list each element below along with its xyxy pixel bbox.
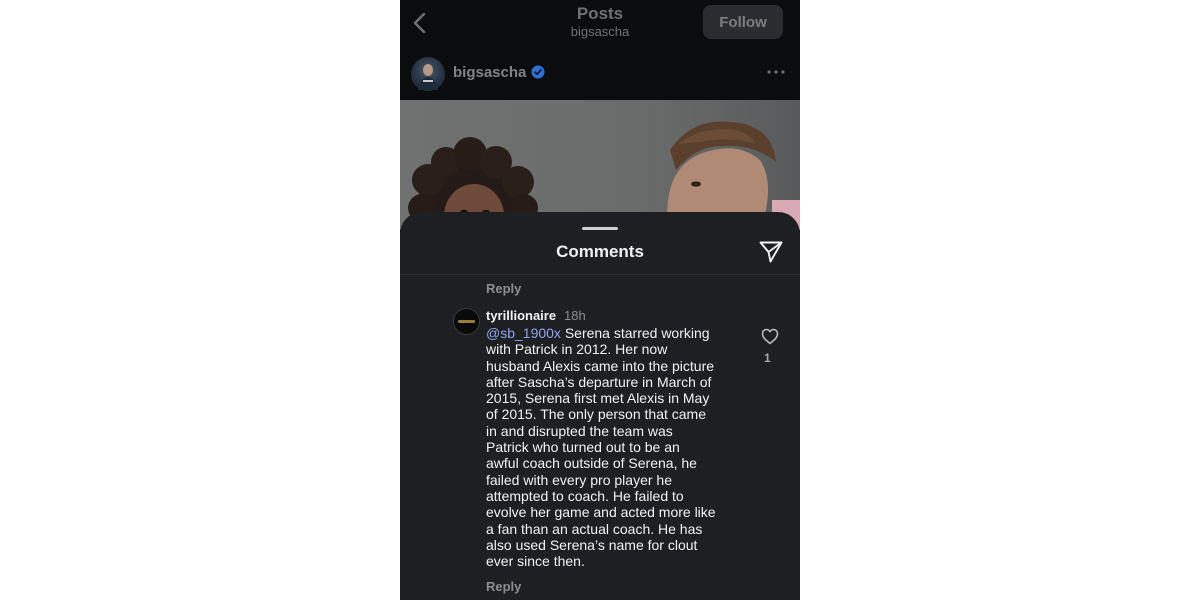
- comment-line: in and disrupted the team was: [486, 422, 673, 439]
- commenter-avatar[interactable]: [453, 308, 480, 335]
- comment-line: attempted to coach. He failed to: [486, 487, 684, 504]
- comment-body: @sb_1900x Serena starred working with Pa…: [486, 325, 750, 569]
- page-title: Posts: [576, 4, 624, 23]
- comment-line: awful coach outside of Serena, he: [486, 455, 697, 472]
- sheet-drag-handle[interactable]: [582, 227, 618, 230]
- comment-mention-link[interactable]: @sb_1900x: [486, 325, 561, 341]
- comment-line: after Sascha’s departure in March of: [486, 373, 712, 390]
- comment-line: ever since then.: [486, 553, 585, 570]
- like-heart-icon[interactable]: [761, 328, 779, 345]
- comment-line: husband Alexis came into the picture: [486, 357, 715, 374]
- like-count: 1: [764, 351, 771, 365]
- post-author-avatar[interactable]: [411, 57, 445, 91]
- back-chevron-icon[interactable]: [406, 10, 434, 36]
- comment-line-text: Serena starred working: [564, 325, 710, 341]
- post-author-username[interactable]: bigsascha: [453, 64, 526, 81]
- title-block: Posts bigsascha: [500, 4, 700, 40]
- verified-badge-icon: [531, 65, 545, 79]
- page-subtitle: bigsascha: [570, 24, 630, 39]
- top-nav-bar: Posts bigsascha Follow: [400, 0, 800, 46]
- commenter-username[interactable]: tyrillionaire: [486, 308, 556, 323]
- comment-line: also used Serena’s name for clout: [486, 536, 698, 553]
- post-author-row: bigsascha: [400, 46, 800, 100]
- share-paper-plane-icon[interactable]: [758, 240, 784, 264]
- comments-sheet: Comments Reply tyrillionaire 18h @sb_190…: [400, 212, 800, 600]
- comment-timestamp: 18h: [564, 308, 586, 323]
- follow-button[interactable]: Follow: [703, 5, 783, 39]
- comment-line: 2015, Serena first met Alexis in May: [486, 390, 710, 407]
- comment-line: @sb_1900x Serena starred working: [486, 325, 750, 341]
- reply-button[interactable]: Reply: [486, 579, 521, 594]
- comments-title: Comments: [556, 242, 644, 261]
- post-photo: [400, 100, 800, 230]
- reply-link[interactable]: Reply: [486, 281, 521, 296]
- comment-line: with Patrick in 2012. Her now: [486, 341, 668, 358]
- phone-screen: Posts bigsascha Follow bigsascha Comment…: [400, 0, 800, 600]
- comment-line: of 2015. The only person that came: [486, 406, 706, 423]
- sheet-divider: [400, 274, 800, 275]
- comment-line: a fan than an actual coach. He has: [486, 520, 703, 537]
- avatar-logo-mark: [458, 320, 475, 323]
- comment-line: Patrick who turned out to be an: [486, 439, 680, 456]
- more-options-icon[interactable]: [766, 64, 786, 80]
- comment-line: evolve her game and acted more like: [486, 504, 716, 521]
- comment-line: failed with every pro player he: [486, 471, 672, 488]
